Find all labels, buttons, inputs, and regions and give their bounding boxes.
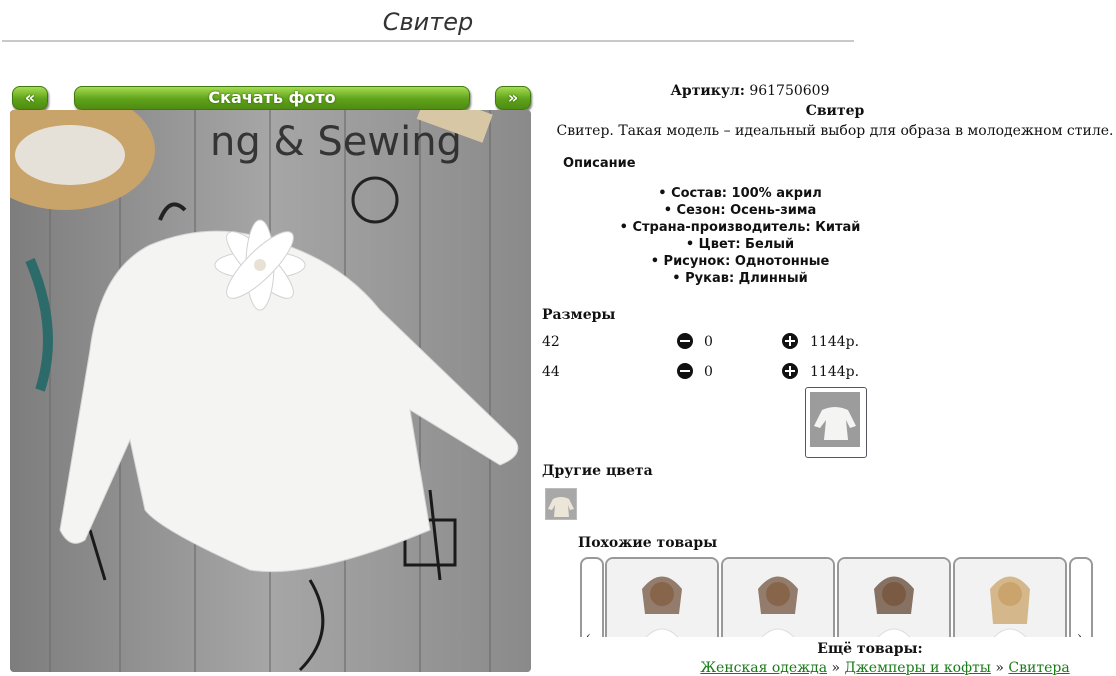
spec-list: • Состав: 100% акрил • Сезон: Осень-зима… xyxy=(540,186,940,288)
product-name: Свитер xyxy=(805,103,865,119)
title-divider xyxy=(2,40,854,42)
other-color-image xyxy=(546,489,576,519)
other-colors-heading: Другие цвета xyxy=(542,463,653,479)
size-price: 1144р. xyxy=(810,334,860,350)
spec-item: • Страна-производитель: Китай xyxy=(619,220,861,235)
product-photo-image: ng & Sewing xyxy=(10,110,531,672)
size-price: 1144р. xyxy=(810,364,860,380)
size-qty: 0 xyxy=(704,334,713,350)
description-heading: Описание xyxy=(563,156,636,171)
download-photo-button[interactable]: Скачать фото xyxy=(74,86,470,110)
page-title: Свитер xyxy=(382,8,474,36)
similar-product-image xyxy=(723,559,833,649)
photo-chalk-text: ng & Sewing xyxy=(210,119,462,165)
thumbnail-image xyxy=(810,392,860,447)
plus-icon[interactable] xyxy=(782,363,798,379)
spec-item: • Сезон: Осень-зима xyxy=(663,203,817,218)
spec-item: • Состав: 100% акрил xyxy=(658,186,822,201)
breadcrumb-link-womens[interactable]: Женская одежда xyxy=(700,660,827,676)
more-heading: Ещё товары: xyxy=(817,641,923,657)
spec-item: • Рукав: Длинный xyxy=(672,271,808,286)
plus-icon[interactable] xyxy=(782,333,798,349)
breadcrumb-separator: » xyxy=(990,660,1009,676)
product-photo[interactable]: ng & Sewing xyxy=(10,110,531,672)
breadcrumb-link-sweaters[interactable]: Свитера xyxy=(1008,660,1069,676)
spec-item: • Рисунок: Однотонные xyxy=(650,254,830,269)
breadcrumb-separator: » xyxy=(827,660,845,676)
breadcrumb: Женская одежда » Джемперы и кофты » Свит… xyxy=(540,660,1116,676)
size-value: 44 xyxy=(542,364,560,380)
product-intro: Свитер. Такая модель – идеальный выбор д… xyxy=(556,123,1114,139)
minus-icon[interactable] xyxy=(677,363,693,379)
size-qty: 0 xyxy=(704,364,713,380)
similar-product-image xyxy=(955,559,1065,649)
similar-product-image xyxy=(607,559,717,649)
article-value: 961750609 xyxy=(749,83,830,99)
breadcrumb-link-jumpers[interactable]: Джемперы и кофты xyxy=(845,660,991,676)
other-color-swatch[interactable] xyxy=(545,488,577,520)
minus-icon[interactable] xyxy=(677,333,693,349)
product-thumbnail[interactable] xyxy=(805,387,867,458)
more-products-section: Ещё товары: Женская одежда » Джемперы и … xyxy=(540,637,1116,676)
similar-heading: Похожие товары xyxy=(578,535,718,551)
sizes-heading: Размеры xyxy=(542,307,616,323)
spec-item: • Цвет: Белый xyxy=(685,237,795,252)
next-photo-button[interactable]: » xyxy=(495,86,531,110)
article-label: Артикул: xyxy=(670,83,745,99)
size-value: 42 xyxy=(542,334,560,350)
article-line: Артикул: 961750609 xyxy=(540,83,960,99)
prev-photo-button[interactable]: « xyxy=(12,86,48,110)
similar-product-image xyxy=(839,559,949,649)
